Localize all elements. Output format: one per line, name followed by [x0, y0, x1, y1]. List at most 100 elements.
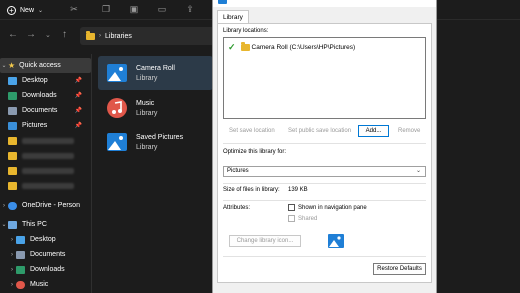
list-item-camera-roll[interactable]: Camera Roll Library: [98, 56, 213, 90]
chevron-down-icon: ⌄: [38, 7, 44, 14]
sidebar-item-pc-music[interactable]: › Music: [8, 277, 48, 292]
sidebar-item-documents[interactable]: Documents 📌: [8, 103, 92, 118]
list-item[interactable]: ✓ Camera Roll (C:\Users\HP\Pictures): [228, 42, 355, 53]
breadcrumb-separator-icon: ›: [99, 33, 101, 39]
list-item-music[interactable]: Music Library: [98, 91, 213, 125]
shown-in-navigation-checkbox[interactable]: [288, 204, 295, 211]
pin-icon: 📌: [74, 108, 82, 114]
tab-library[interactable]: Library: [217, 10, 249, 24]
chevron-right-icon[interactable]: ›: [8, 237, 16, 243]
downloads-icon: [8, 91, 17, 100]
pictures-library-icon: [107, 64, 127, 82]
sidebar-item-label: Downloads: [22, 92, 57, 99]
folder-icon: [8, 151, 17, 160]
folder-icon: [8, 181, 17, 190]
navigation-pane: ⌄ ★ Quick access Desktop 📌 Downloads 📌 D…: [0, 54, 92, 293]
restore-defaults-button[interactable]: Restore Defaults: [373, 263, 426, 275]
divider: [223, 256, 426, 257]
blurred-label: [22, 182, 74, 189]
set-save-location-button[interactable]: Set save location: [229, 126, 275, 138]
library-tab-panel: Library locations: ✓ Camera Roll (C:\Use…: [217, 23, 432, 283]
sidebar-item-pc-documents[interactable]: › Documents: [8, 247, 65, 262]
new-button[interactable]: + New ⌄: [7, 3, 43, 17]
desktop-icon: [8, 76, 17, 85]
library-type: Library: [136, 143, 158, 151]
chevron-down-icon[interactable]: ⌄: [0, 221, 8, 228]
sidebar-item-label: Documents: [30, 251, 66, 258]
recent-chevron-icon[interactable]: ⌄: [45, 31, 51, 39]
sidebar-item-folder[interactable]: [8, 178, 74, 193]
optimize-select[interactable]: Pictures ⌄: [223, 166, 426, 177]
file-list: Camera Roll Library Music Library Saved …: [94, 54, 214, 293]
sidebar-item-downloads[interactable]: Downloads 📌: [8, 88, 92, 103]
library-type: Library: [136, 109, 158, 117]
chevron-right-icon[interactable]: ›: [8, 267, 16, 273]
sidebar-item-this-pc[interactable]: ⌄ This PC: [0, 217, 47, 232]
blurred-label: [22, 167, 74, 174]
back-icon[interactable]: ←: [8, 29, 18, 40]
size-label: Size of files in library:: [223, 187, 280, 193]
share-icon[interactable]: ⇪: [184, 3, 196, 15]
copy-icon[interactable]: ❐: [100, 3, 112, 15]
chevron-down-icon[interactable]: ⌄: [0, 62, 8, 69]
sidebar-item-label: Quick access: [19, 62, 61, 69]
sidebar-item-folder[interactable]: [8, 163, 74, 178]
cloud-icon: [8, 201, 17, 210]
chevron-right-icon[interactable]: ›: [8, 282, 16, 288]
sidebar-item-desktop[interactable]: Desktop 📌: [8, 73, 92, 88]
sidebar-item-pictures[interactable]: Pictures 📌: [8, 118, 92, 133]
library-name: Saved Pictures: [136, 133, 184, 141]
paste-icon[interactable]: ▣: [128, 3, 140, 15]
library-properties-dialog: Library Library locations: ✓ Camera Roll…: [212, 0, 437, 293]
shared-label: Shared: [298, 216, 318, 222]
chevron-down-icon: ⌄: [415, 168, 421, 174]
sidebar-item-folder[interactable]: [8, 148, 74, 163]
chevron-right-icon[interactable]: ›: [0, 203, 8, 209]
dialog-title-bar[interactable]: [213, 0, 436, 7]
documents-icon: [16, 250, 25, 259]
folder-icon: [240, 42, 250, 51]
pictures-icon: [8, 121, 17, 130]
chevron-right-icon[interactable]: ›: [8, 252, 16, 258]
divider: [223, 183, 426, 184]
add-button[interactable]: Add...: [358, 125, 389, 137]
attributes-label: Attributes:: [223, 205, 251, 211]
library-locations-list[interactable]: ✓ Camera Roll (C:\Users\HP\Pictures): [223, 37, 426, 119]
sidebar-item-label: Pictures: [22, 122, 48, 129]
sidebar-item-pc-desktop[interactable]: › Desktop: [8, 232, 56, 247]
forward-icon[interactable]: →: [26, 29, 36, 40]
library-locations-label: Library locations:: [223, 28, 269, 34]
address-box[interactable]: › Libraries: [80, 27, 220, 45]
change-library-icon-button[interactable]: Change library icon...: [229, 235, 301, 247]
library-name: Music: [136, 99, 155, 107]
pin-icon: 📌: [74, 123, 82, 129]
new-label: New: [20, 6, 35, 14]
sidebar-item-pc-downloads[interactable]: › Downloads: [8, 262, 65, 277]
shared-checkbox[interactable]: [288, 215, 295, 222]
sidebar-item-label: Desktop: [22, 77, 48, 84]
music-icon: [16, 280, 25, 289]
sidebar-item-quick-access[interactable]: ⌄ ★ Quick access: [0, 58, 91, 73]
folder-icon: [86, 30, 95, 40]
library-name: Camera Roll: [136, 64, 175, 72]
sidebar-item-label: Desktop: [30, 236, 56, 243]
optimize-value: Pictures: [227, 168, 249, 174]
set-public-save-location-button[interactable]: Set public save location: [288, 126, 351, 138]
library-icon: [218, 0, 227, 4]
sidebar-item-onedrive[interactable]: › OneDrive - Person: [0, 198, 80, 213]
desktop-icon: [16, 235, 25, 244]
folder-icon: [8, 136, 17, 145]
sidebar-item-folder[interactable]: [8, 133, 74, 148]
cut-icon[interactable]: ✂: [68, 3, 80, 15]
sidebar-item-label: This PC: [22, 221, 47, 228]
computer-icon: [8, 220, 17, 229]
address-bar-row: ← → ⌄ ↑ › Libraries: [0, 25, 220, 47]
sidebar-item-label: Music: [30, 281, 49, 288]
rename-icon[interactable]: ▭: [156, 3, 168, 15]
remove-button[interactable]: Remove: [398, 126, 420, 138]
up-icon[interactable]: ↑: [62, 29, 67, 40]
divider: [223, 143, 426, 144]
breadcrumb: Libraries: [105, 32, 132, 40]
list-item-saved-pictures[interactable]: Saved Pictures Library: [98, 125, 213, 159]
downloads-icon: [16, 265, 25, 274]
